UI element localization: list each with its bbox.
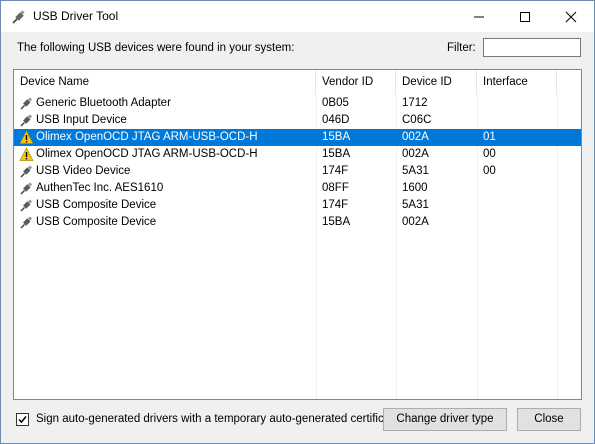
filter-input[interactable] <box>483 38 581 57</box>
table-row[interactable]: Olimex OpenOCD JTAG ARM-USB-OCD-H 15BA 002… <box>14 146 581 163</box>
maximize-button[interactable] <box>502 1 548 32</box>
device-name-cell: USB Video Device <box>36 165 131 177</box>
device-id-cell: C06C <box>402 114 432 126</box>
interface-cell: 00 <box>483 148 496 160</box>
vendor-id-cell: 0B05 <box>322 97 349 109</box>
device-name-cell: Generic Bluetooth Adapter <box>36 97 171 109</box>
device-name-cell: Olimex OpenOCD JTAG ARM-USB-OCD-H <box>36 148 258 160</box>
usb-plug-icon <box>12 10 25 24</box>
minimize-button[interactable] <box>456 1 502 32</box>
change-driver-type-button[interactable]: Change driver type <box>383 408 507 431</box>
usb-plug-icon <box>19 164 34 179</box>
table-row[interactable]: USB Video Device 174F 5A31 00 <box>14 163 581 180</box>
device-id-cell: 5A31 <box>402 165 429 177</box>
column-header-device-id[interactable]: Device ID <box>396 70 477 95</box>
device-id-cell: 002A <box>402 131 429 143</box>
close-icon <box>565 11 577 23</box>
intro-text: The following USB devices were found in … <box>17 42 295 54</box>
vendor-id-cell: 174F <box>322 199 349 211</box>
table-row[interactable]: USB Composite Device 174F 5A31 <box>14 197 581 214</box>
warning-icon <box>19 130 34 145</box>
vendor-id-cell: 046D <box>322 114 350 126</box>
table-row[interactable]: AuthenTec Inc. AES1610 08FF 1600 <box>14 180 581 197</box>
vendor-id-cell: 15BA <box>322 216 351 228</box>
device-name-cell: USB Composite Device <box>36 199 157 211</box>
interface-cell: 00 <box>483 165 496 177</box>
vendor-id-cell: 15BA <box>322 131 351 143</box>
device-name-cell: USB Input Device <box>36 114 127 126</box>
maximize-icon <box>520 12 530 22</box>
vendor-id-cell: 15BA <box>322 148 351 160</box>
title-bar[interactable]: USB Driver Tool <box>1 1 594 32</box>
window-title: USB Driver Tool <box>33 9 119 23</box>
usb-plug-icon <box>19 215 34 230</box>
column-header-device-name[interactable]: Device Name <box>14 70 316 95</box>
table-row[interactable]: USB Composite Device 15BA 002A <box>14 214 581 231</box>
list-header: Device Name Vendor ID Device ID Interfac… <box>14 70 581 95</box>
device-id-cell: 5A31 <box>402 199 429 211</box>
usb-driver-tool-window: USB Driver Tool The following USB device… <box>0 0 595 444</box>
usb-plug-icon <box>19 181 34 196</box>
usb-plug-icon <box>19 96 34 111</box>
usb-plug-icon <box>19 113 34 128</box>
sign-drivers-label[interactable]: Sign auto-generated drivers with a tempo… <box>36 413 400 425</box>
close-window-button[interactable] <box>548 1 594 32</box>
close-button[interactable]: Close <box>517 408 581 431</box>
column-header-vendor-id[interactable]: Vendor ID <box>316 70 396 95</box>
device-name-cell: Olimex OpenOCD JTAG ARM-USB-OCD-H <box>36 131 258 143</box>
table-row[interactable]: USB Input Device 046D C06C <box>14 112 581 129</box>
usb-plug-icon <box>19 198 34 213</box>
device-id-cell: 1600 <box>402 182 428 194</box>
device-id-cell: 1712 <box>402 97 428 109</box>
checkmark-icon <box>18 416 27 424</box>
vendor-id-cell: 174F <box>322 165 349 177</box>
minimize-icon <box>474 16 484 18</box>
filter-label: Filter: <box>447 42 476 54</box>
table-row[interactable]: Olimex OpenOCD JTAG ARM-USB-OCD-H 15BA 002… <box>14 129 581 146</box>
warning-icon <box>19 147 34 162</box>
table-row[interactable]: Generic Bluetooth Adapter 0B05 1712 <box>14 95 581 112</box>
device-list[interactable]: Device Name Vendor ID Device ID Interfac… <box>13 69 582 400</box>
interface-cell: 01 <box>483 131 496 143</box>
column-header-interface[interactable]: Interface <box>477 70 557 95</box>
device-name-cell: AuthenTec Inc. AES1610 <box>36 182 164 194</box>
sign-drivers-checkbox[interactable] <box>16 413 29 426</box>
device-name-cell: USB Composite Device <box>36 216 157 228</box>
device-id-cell: 002A <box>402 148 429 160</box>
vendor-id-cell: 08FF <box>322 182 349 194</box>
column-header-filler <box>557 70 581 95</box>
device-id-cell: 002A <box>402 216 429 228</box>
